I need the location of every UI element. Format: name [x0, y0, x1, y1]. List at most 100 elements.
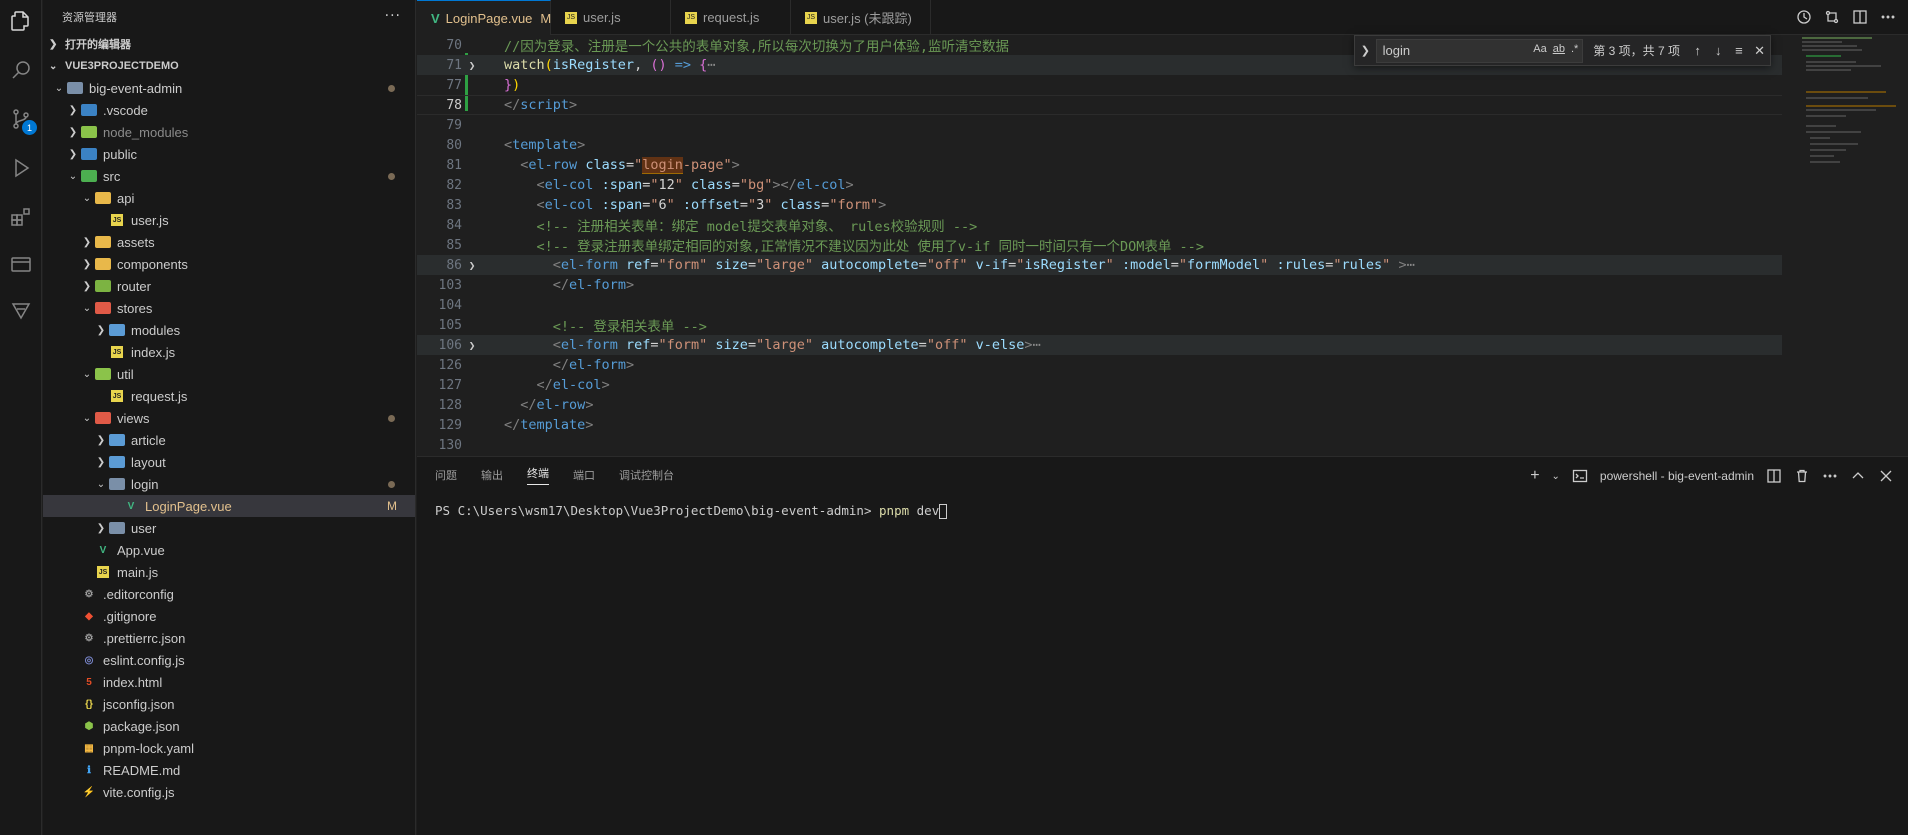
find-in-selection-icon[interactable]: ≡ — [1729, 43, 1750, 58]
split-terminal-icon[interactable] — [1766, 468, 1782, 484]
tree-item[interactable]: ⚡ vite.config.js — [43, 781, 415, 803]
maximize-panel-icon[interactable] — [1850, 468, 1866, 484]
find-input[interactable]: login Aa ab .* — [1375, 38, 1584, 63]
tree-item[interactable]: ❯ .vscode — [43, 99, 415, 121]
split-editor-icon[interactable] — [1852, 9, 1868, 25]
tree-item[interactable]: JS main.js — [43, 561, 415, 583]
code-line-77: 77 }) — [446, 77, 521, 93]
code-line-103: 103 </el-form> — [438, 277, 635, 293]
tab-terminal[interactable]: 终端 — [527, 465, 549, 485]
tree-item[interactable]: ❯ router — [43, 275, 415, 297]
open-changes-icon[interactable] — [1824, 9, 1840, 25]
tab-debug-console[interactable]: 调试控制台 — [619, 467, 674, 483]
regex-icon[interactable]: .* — [1571, 43, 1578, 55]
match-word-icon[interactable]: ab — [1553, 43, 1565, 55]
tree-item-label: modules — [131, 322, 181, 338]
close-panel-icon[interactable] — [1878, 468, 1894, 484]
more-icon[interactable] — [1822, 468, 1838, 484]
chevron-down-icon[interactable]: ⌄ — [1552, 471, 1560, 482]
next-match-icon[interactable]: ↓ — [1708, 43, 1729, 58]
code-line-83: 83 <el-col :span="6" :offset="3" class="… — [446, 197, 887, 213]
explorer-icon[interactable] — [7, 7, 35, 35]
tree-item-label: layout — [131, 454, 166, 470]
tree-item-label: components — [117, 256, 188, 272]
tree-item[interactable]: ❯ node_modules — [43, 121, 415, 143]
timeline-icon[interactable] — [1796, 9, 1812, 25]
tree-item[interactable]: ⌄ api — [43, 187, 415, 209]
tab-request-js[interactable]: JS request.js — [671, 0, 791, 35]
source-control-icon[interactable]: 1 — [7, 105, 37, 135]
match-case-icon[interactable]: Aa — [1533, 43, 1546, 55]
tree-item[interactable]: JS request.js — [43, 385, 415, 407]
tree-item[interactable]: {} jsconfig.json — [43, 693, 415, 715]
tab-user-js[interactable]: JS user.js — [551, 0, 671, 35]
minimap[interactable] — [1798, 35, 1908, 456]
code-line-129: 129 </template> — [438, 417, 594, 433]
tab-output[interactable]: 输出 — [481, 467, 503, 483]
tree-item-label: public — [103, 146, 137, 162]
tab-loginpage[interactable]: V LoginPage.vue M — [417, 0, 551, 35]
tree-item[interactable]: ⬢ package.json — [43, 715, 415, 737]
tree-item[interactable]: V LoginPage.vue M — [43, 495, 415, 517]
tree-item-label: pnpm-lock.yaml — [103, 740, 195, 756]
editor-actions — [1796, 9, 1896, 25]
tree-item[interactable]: ℹ README.md — [43, 759, 415, 781]
tree-item[interactable]: ⚙ .editorconfig — [43, 583, 415, 605]
more-actions-icon[interactable]: ··· — [385, 8, 401, 24]
tree-item[interactable]: ❯ assets — [43, 231, 415, 253]
tree-item[interactable]: JS index.js — [43, 341, 415, 363]
search-icon[interactable] — [7, 56, 35, 84]
tree-item[interactable]: JS user.js — [43, 209, 415, 231]
extensions-icon[interactable] — [7, 203, 35, 231]
project-label: VUE3PROJECTDEMO — [65, 60, 179, 72]
tree-item[interactable]: V App.vue — [43, 539, 415, 561]
tree-item-label: LoginPage.vue — [145, 498, 232, 514]
tree-item[interactable]: ❯ layout — [43, 451, 415, 473]
tree-item[interactable]: ⌄ login — [43, 473, 415, 495]
new-terminal-icon[interactable]: + — [1530, 467, 1539, 485]
tree-item-label: vite.config.js — [103, 784, 175, 800]
tree-item[interactable]: ❯ user — [43, 517, 415, 539]
close-find-icon[interactable]: ✕ — [1749, 43, 1770, 59]
remote-explorer-icon[interactable] — [7, 250, 35, 278]
testing-icon[interactable] — [7, 297, 35, 325]
tree-item[interactable]: ⌄ views — [43, 407, 415, 429]
open-editors-section[interactable]: ❯ 打开的编辑器 — [43, 33, 415, 55]
folder-icon — [109, 476, 125, 492]
project-section[interactable]: ⌄ VUE3PROJECTDEMO — [43, 55, 415, 77]
tree-item[interactable]: ◎ eslint.config.js — [43, 649, 415, 671]
modified-dot — [388, 85, 395, 92]
tree-item[interactable]: ❯ modules — [43, 319, 415, 341]
tree-item[interactable]: ❯ components — [43, 253, 415, 275]
previous-match-icon[interactable]: ↑ — [1687, 43, 1708, 58]
tree-item[interactable]: ▦ pnpm-lock.yaml — [43, 737, 415, 759]
code-line-82: 82 <el-col :span="12" class="bg"></el-co… — [446, 177, 854, 193]
tab-problems[interactable]: 问题 — [435, 467, 457, 483]
config-file-icon: ⚙ — [84, 632, 94, 644]
tree-item[interactable]: ⚙ .prettierrc.json — [43, 627, 415, 649]
code-line-78: 78 </script> — [417, 95, 1782, 115]
folder-icon — [81, 168, 97, 184]
trash-icon[interactable] — [1794, 468, 1810, 484]
chevron-right-icon: ❯ — [96, 324, 106, 336]
chevron-down-icon: ⌄ — [82, 192, 92, 204]
tree-item-label: .vscode — [103, 102, 148, 118]
tree-item[interactable]: ⌄ util — [43, 363, 415, 385]
tab-ports[interactable]: 端口 — [573, 467, 595, 483]
code-editor[interactable]: 70 //因为登录、注册是一个公共的表单对象,所以每次切换为了用户体验,监听清空… — [417, 35, 1908, 456]
folder-icon — [95, 256, 111, 272]
tree-item[interactable]: ◆ .gitignore — [43, 605, 415, 627]
run-debug-icon[interactable] — [7, 154, 35, 182]
tree-item[interactable]: 5 index.html — [43, 671, 415, 693]
tree-item[interactable]: ⌄ stores — [43, 297, 415, 319]
tree-item[interactable]: ❯ public — [43, 143, 415, 165]
tab-user-js-untracked[interactable]: JS user.js (未跟踪) — [791, 0, 931, 35]
toggle-replace-icon[interactable]: ❯ — [1355, 44, 1376, 57]
terminal-name[interactable]: powershell - big-event-admin — [1600, 469, 1754, 483]
tree-item[interactable]: ⌄ src — [43, 165, 415, 187]
terminal-output[interactable]: PS C:\Users\wsm17\Desktop\Vue3ProjectDem… — [417, 493, 1908, 529]
more-icon[interactable] — [1880, 9, 1896, 25]
tree-item[interactable]: ❯ article — [43, 429, 415, 451]
js-icon: JS — [565, 11, 577, 24]
tree-item[interactable]: ⌄ big-event-admin — [43, 77, 415, 99]
